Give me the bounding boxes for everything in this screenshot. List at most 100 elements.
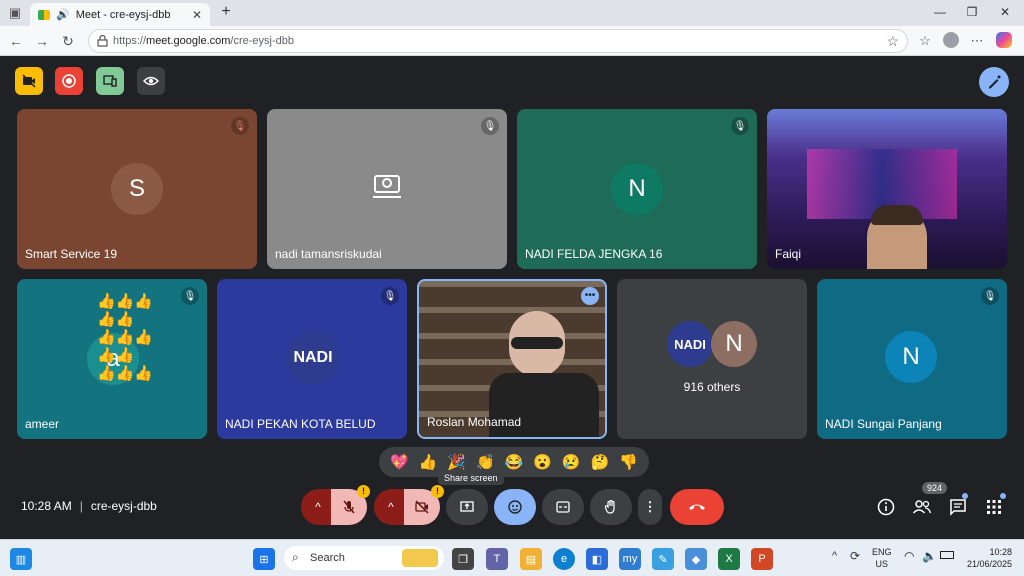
minimize-icon[interactable]: —	[930, 5, 950, 19]
host-controls-button[interactable]	[979, 67, 1009, 97]
participant-tile[interactable]: S 🎙 Smart Service 19	[17, 109, 257, 269]
reaction-thinking-button[interactable]: 🤔	[591, 453, 610, 471]
profile-avatar[interactable]	[943, 32, 961, 50]
store-icon[interactable]: ◧	[586, 548, 608, 570]
recording-button[interactable]	[55, 67, 83, 95]
hand-icon	[604, 499, 615, 514]
participant-name: nadi tamansriskudai	[275, 247, 382, 261]
battery-icon[interactable]	[940, 551, 954, 559]
people-icon	[912, 500, 932, 514]
avatar: N	[611, 163, 663, 215]
vpn-app-icon[interactable]: ◆	[685, 548, 707, 570]
reaction-bar: 💖 👍 🎉 👏 😂 😮 😢 🤔 👎	[379, 447, 649, 477]
chat-button[interactable]	[943, 489, 973, 525]
language-indicator[interactable]: ENG US	[872, 546, 892, 570]
participant-name: NADI PEKAN KOTA BELUD	[225, 417, 376, 431]
file-explorer-icon[interactable]: ▤	[520, 548, 542, 570]
more-options-button[interactable]: ⋮	[638, 489, 662, 525]
mic-off-icon: 🎙	[231, 117, 249, 135]
search-icon: ⌕	[292, 550, 299, 564]
powerpoint-icon[interactable]: P	[751, 548, 773, 570]
reaction-laugh-button[interactable]: 😂	[505, 453, 524, 471]
reactions-button[interactable]	[494, 489, 536, 525]
url-path: /cre-eysj-dbb	[230, 35, 294, 47]
others-tile[interactable]: NADI N 916 others	[617, 279, 807, 439]
start-icon[interactable]: ⊞	[253, 548, 275, 570]
pen-sparkle-icon	[989, 75, 1001, 89]
excel-icon[interactable]: X	[718, 548, 740, 570]
tab-close-icon[interactable]: ✕	[192, 8, 202, 22]
favorite-star-icon[interactable]: ☆	[886, 33, 899, 50]
meeting-details-button[interactable]	[871, 489, 901, 525]
feather-app-icon[interactable]: ✎	[652, 548, 674, 570]
language-code: ENG	[872, 547, 892, 557]
address-bar[interactable]: https://meet.google.com/cre-eysj-dbb ☆	[88, 29, 908, 53]
widgets-icon[interactable]: ▥	[10, 548, 32, 570]
participant-tile[interactable]: a 👍👍👍 👍👍 👍👍👍 👍👍 👍👍👍 🎙 ameer	[17, 279, 207, 439]
more-options-icon[interactable]: •••	[581, 287, 599, 305]
edge-icon[interactable]: e	[553, 548, 575, 570]
site-info-icon[interactable]	[97, 35, 108, 47]
back-icon[interactable]: ←	[6, 31, 26, 51]
raise-hand-button[interactable]	[590, 489, 632, 525]
teams-icon[interactable]: T	[486, 548, 508, 570]
task-view-icon[interactable]: ❐	[452, 548, 474, 570]
participant-video-tile-active[interactable]: ••• Roslan Mohamad	[417, 279, 607, 439]
companion-mode-button[interactable]	[96, 67, 124, 95]
share-screen-button[interactable]	[446, 489, 488, 525]
emoji-icon	[508, 500, 522, 514]
info-icon	[877, 498, 895, 516]
viewer-mode-button[interactable]	[137, 67, 165, 95]
forward-icon[interactable]: →	[32, 31, 52, 51]
participant-tile[interactable]: 🎙 nadi tamansriskudai	[267, 109, 507, 269]
clock[interactable]: 10:28 21/06/2025	[962, 546, 1012, 570]
participant-name: ameer	[25, 417, 60, 431]
reaction-party-button[interactable]: 🎉	[447, 453, 466, 471]
share-screen-tooltip: Share screen	[438, 471, 504, 485]
people-count-badge: 924	[922, 482, 948, 494]
browser-menu-icon[interactable]: ▣	[6, 4, 24, 22]
meet-favicon-icon	[38, 9, 50, 20]
close-window-icon[interactable]: ✕	[995, 5, 1015, 19]
browser-tab[interactable]: 🔊 Meet - cre-eysj-dbb ✕	[30, 3, 210, 26]
reaction-clap-button[interactable]: 👏	[476, 453, 495, 471]
mysejahtera-icon[interactable]: my	[619, 548, 641, 570]
url-host: meet.google.com	[146, 35, 231, 47]
participant-name: Smart Service 19	[25, 247, 118, 261]
speaker-icon[interactable]: 🔊	[56, 8, 70, 21]
participant-video-tile[interactable]: Faiqi	[767, 109, 1007, 269]
favorites-icon[interactable]: ☆	[916, 32, 934, 50]
people-button[interactable]	[907, 489, 937, 525]
tray-chevron-icon[interactable]: ^	[832, 550, 837, 562]
sync-icon[interactable]: ⟳	[850, 549, 860, 563]
reaction-heart-button[interactable]: 💖	[390, 453, 409, 471]
reaction-cry-button[interactable]: 😢	[562, 453, 581, 471]
reaction-surprise-button[interactable]: 😮	[533, 453, 552, 471]
reload-icon[interactable]: ↻	[58, 31, 78, 51]
mic-off-icon: 🎙	[981, 287, 999, 305]
participant-tile[interactable]: N 🎙 NADI FELDA JENGKA 16	[517, 109, 757, 269]
new-tab-button[interactable]: +	[216, 3, 236, 21]
volume-icon[interactable]: 🔈	[922, 549, 937, 563]
leave-call-button[interactable]	[670, 489, 724, 525]
captions-icon	[556, 501, 570, 513]
more-menu-icon[interactable]: ⋯	[968, 32, 986, 50]
reaction-thumbs-up-button[interactable]: 👍	[419, 453, 438, 471]
copilot-icon[interactable]	[996, 32, 1014, 50]
browser-toolbar: ← → ↻ https://meet.google.com/cre-eysj-d…	[0, 26, 1024, 56]
tab-title: Meet - cre-eysj-dbb	[75, 8, 171, 21]
wifi-icon[interactable]: ◠	[904, 549, 914, 563]
mic-options-button[interactable]: ^	[301, 489, 335, 525]
mic-off-icon: 🎙	[381, 287, 399, 305]
participant-tile[interactable]: N 🎙 NADI Sungai Panjang	[817, 279, 1007, 439]
search-label: Search	[310, 552, 345, 564]
camera-off-indicator-button[interactable]	[15, 67, 43, 95]
taskbar-search[interactable]: ⌕ Search	[284, 546, 444, 570]
camera-options-button[interactable]: ^	[374, 489, 408, 525]
captions-button[interactable]	[542, 489, 584, 525]
reaction-thumbs-down-button[interactable]: 👎	[619, 453, 638, 471]
mic-off-icon: 🎙	[481, 117, 499, 135]
nadi-logo-avatar: NADI	[286, 331, 340, 385]
participant-tile[interactable]: NADI 🎙 NADI PEKAN KOTA BELUD	[217, 279, 407, 439]
maximize-icon[interactable]: ❐	[962, 5, 982, 19]
